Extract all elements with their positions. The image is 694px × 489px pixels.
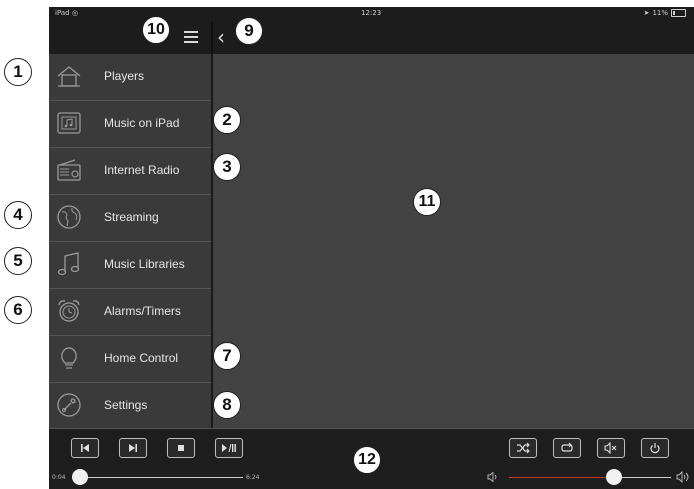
location-icon: ➤ — [643, 9, 650, 17]
light-bulb-icon — [61, 347, 77, 369]
sidebar-item-label: Internet Radio — [104, 163, 180, 177]
back-button[interactable]: ‹ — [217, 26, 225, 48]
callout-9: 9 — [235, 17, 263, 45]
sidebar-item-label: Players — [104, 69, 145, 83]
repeat-icon — [561, 442, 573, 452]
sidebar-item-label: Streaming — [104, 210, 159, 224]
sidebar: Players Music on iPad Internet Radio Str… — [49, 54, 213, 428]
sidebar-item-settings[interactable]: Settings — [49, 383, 211, 429]
sidebar-item-alarms-timers[interactable]: Alarms/Timers — [49, 289, 211, 336]
callout-3: 3 — [213, 153, 241, 181]
callout-6: 6 — [4, 296, 32, 324]
speaker-mute-icon — [604, 442, 617, 454]
ipad-music-icon — [57, 112, 81, 134]
stop-icon — [178, 445, 184, 451]
main-content-area — [213, 54, 694, 428]
hamburger-line — [184, 41, 198, 43]
alarm-clock-icon — [58, 300, 80, 322]
callout-4: 4 — [4, 201, 32, 229]
sidebar-item-internet-radio[interactable]: Internet Radio — [49, 148, 211, 195]
callout-12: 12 — [353, 446, 381, 474]
power-icon — [650, 443, 660, 454]
callout-7: 7 — [213, 342, 241, 370]
ipad-screen: iPad ◎ 12:23 ➤ 11% ‹ Players Music on iP… — [49, 7, 694, 489]
music-note-icon — [57, 252, 80, 276]
skip-back-icon — [81, 444, 89, 452]
play-pause-icon — [222, 443, 236, 453]
sidebar-item-label: Music Libraries — [104, 257, 185, 271]
sidebar-item-label: Home Control — [104, 351, 179, 365]
sidebar-item-home-control[interactable]: Home Control — [49, 336, 211, 383]
sidebar-item-music-libraries[interactable]: Music Libraries — [49, 242, 211, 289]
wifi-icon: ◎ — [71, 9, 78, 17]
callout-1: 1 — [4, 58, 32, 86]
battery-percent: 11% — [652, 9, 668, 17]
hamburger-icon — [184, 31, 198, 33]
callout-11: 11 — [413, 188, 441, 216]
house-icon — [57, 66, 81, 87]
sidebar-item-label: Alarms/Timers — [104, 304, 181, 318]
callout-5: 5 — [4, 247, 32, 275]
callout-2: 2 — [213, 106, 241, 134]
clock: 12:23 — [361, 9, 382, 17]
menu-button[interactable] — [184, 31, 198, 43]
volume-slider-handle[interactable] — [606, 469, 623, 485]
progress-slider[interactable] — [77, 477, 243, 478]
globe-icon — [57, 205, 81, 229]
power-button[interactable] — [641, 438, 669, 458]
shuffle-button[interactable] — [509, 438, 537, 458]
volume-level-fill — [509, 477, 615, 478]
callout-8: 8 — [213, 391, 241, 419]
stop-button[interactable] — [167, 438, 195, 458]
radio-icon — [57, 159, 81, 181]
volume-high-icon — [676, 471, 689, 483]
play-pause-button[interactable] — [215, 438, 243, 458]
battery-status: ➤ 11% — [644, 9, 686, 17]
mute-button[interactable] — [597, 438, 625, 458]
nav-divider — [211, 21, 213, 54]
wrench-icon — [57, 393, 81, 417]
sidebar-item-label: Music on iPad — [104, 116, 180, 130]
battery-icon — [671, 9, 686, 17]
sidebar-item-music-on-ipad[interactable]: Music on iPad — [49, 101, 211, 148]
progress-slider-handle[interactable] — [72, 469, 89, 485]
elapsed-time: 0:04 — [52, 474, 66, 481]
volume-low-icon — [487, 472, 497, 482]
repeat-button[interactable] — [553, 438, 581, 458]
next-track-button[interactable] — [119, 438, 147, 458]
track-duration: 6:24 — [246, 474, 260, 481]
device-label: iPad ◎ — [55, 9, 78, 17]
chevron-left-icon: ‹ — [217, 25, 225, 49]
callout-10: 10 — [142, 16, 170, 44]
sidebar-item-streaming[interactable]: Streaming — [49, 195, 211, 242]
skip-forward-icon — [129, 444, 137, 452]
previous-track-button[interactable] — [71, 438, 99, 458]
sidebar-item-players[interactable]: Players — [49, 54, 211, 101]
shuffle-icon — [517, 442, 530, 454]
hamburger-line — [184, 36, 198, 38]
sidebar-item-label: Settings — [104, 398, 148, 412]
